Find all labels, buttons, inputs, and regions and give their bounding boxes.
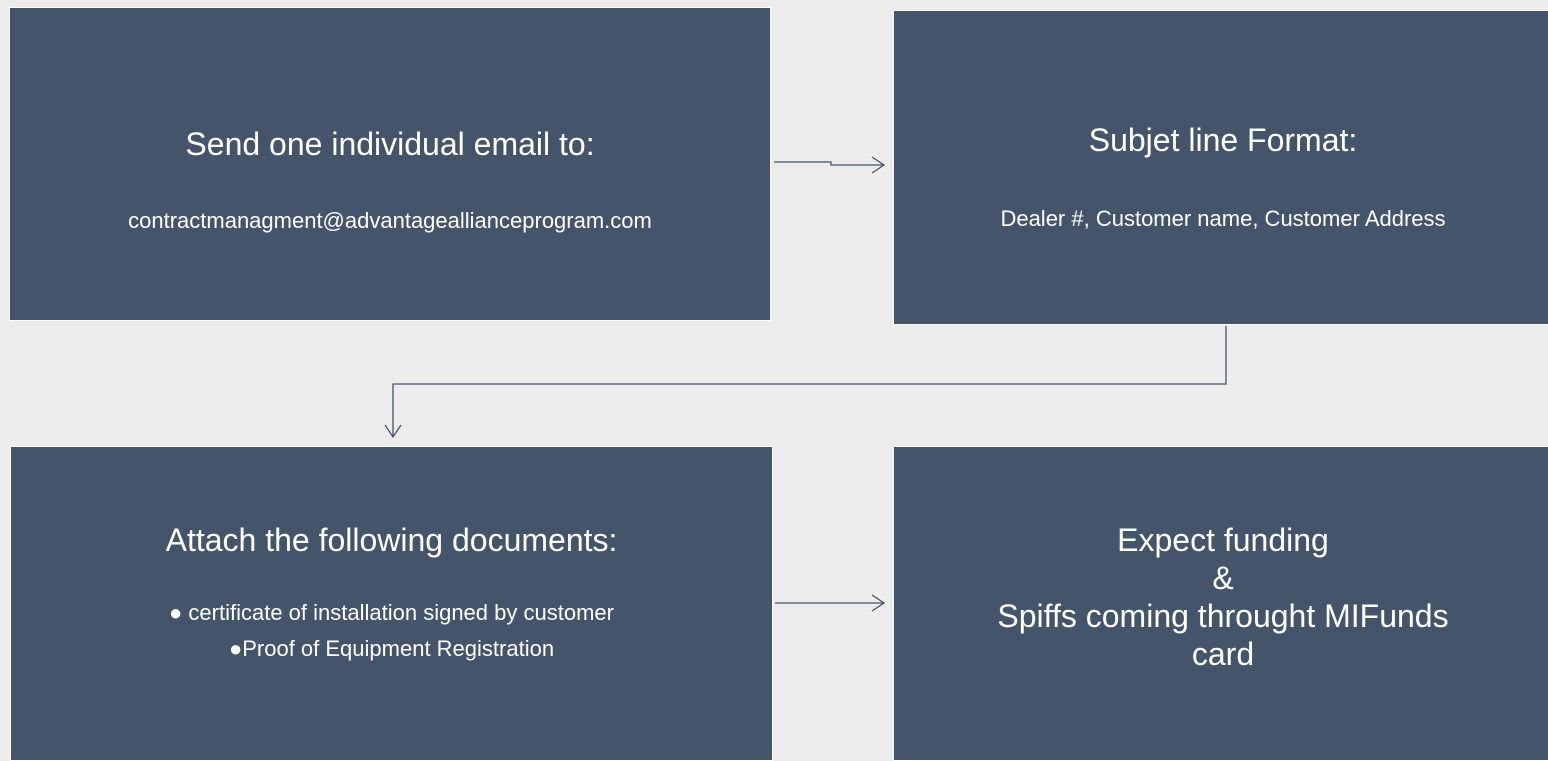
connectors: [384, 156, 1227, 612]
arrow-step1-to-step2: [774, 161, 884, 166]
arrow-step2-to-step3: [392, 326, 1227, 437]
